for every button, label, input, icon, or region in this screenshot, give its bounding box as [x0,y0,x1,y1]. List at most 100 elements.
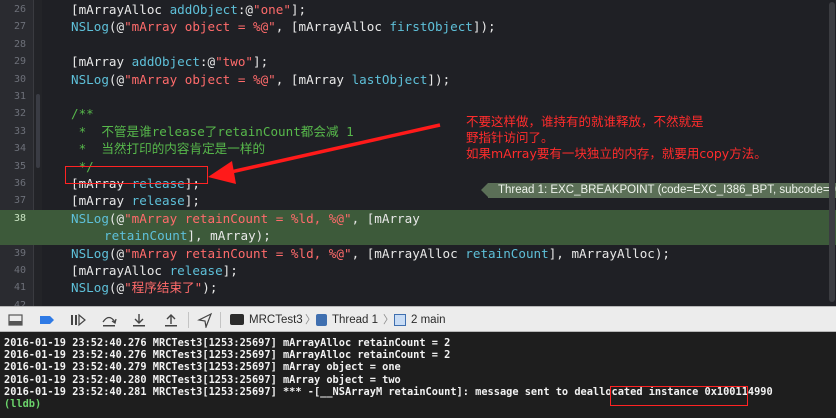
code-token: addObject [169,2,238,17]
line-number: 31 [13,91,26,102]
terminal-icon [230,314,244,326]
code-token: , [mArray [275,71,352,87]
code-token: /** [71,106,94,122]
code-token: ], mArray); [187,228,271,244]
code-token: * 不管是谁release了retainCount都会减 1 [71,123,354,139]
code-token: * 当然打印的内容肯定是一样的 [71,141,266,157]
code-token: release [131,193,185,209]
code-token: NSLog [71,245,109,261]
line-number: 38 [13,212,26,224]
line-number: 32 [13,108,26,120]
console-line: 2016-01-19 23:52:40.279 MRCTest3[1253:25… [4,361,401,374]
console-line: 2016-01-19 23:52:40.276 MRCTest3[1253:25… [4,349,451,362]
code-line[interactable]: 42 [0,297,836,306]
code-line[interactable]: 30 NSLog(@"mArray object = %@", [mArray l… [0,71,836,88]
code-token: (@ [108,210,125,226]
code-token: addObject [131,54,200,70]
code-text: NSLog(@"mArray retainCount = %ld, %@", [… [71,245,670,262]
code-token: "mArray retainCount = %ld, %@" [124,210,352,226]
stack-frame-icon [394,313,406,326]
code-token: , [mArrayAlloc [351,245,466,261]
code-token: ]); [427,71,451,87]
code-line[interactable]: 28 [0,36,836,53]
code-text: NSLog(@"程序结束了"); [71,279,217,296]
code-line[interactable]: 40 [mArrayAlloc release]; [0,262,836,279]
code-token: [mArrayAlloc [71,2,170,17]
code-line[interactable]: retainCount], mArray); [0,227,836,245]
line-number: 35 [13,160,26,172]
code-token: , [mArray [351,210,420,226]
toolbar-separator [188,312,189,328]
code-text: * 当然打印的内容肯定是一样的 [71,140,265,157]
line-number: 41 [13,282,26,294]
code-editor[interactable]: 26 [mArrayAlloc addObject:@"one"]; 27 NSLog… [0,0,836,306]
step-into-icon[interactable] [130,312,148,328]
code-token: (@ [108,280,125,296]
code-token: (@ [108,71,125,87]
code-text: NSLog(@"mArray object = %@", [mArrayAllo… [71,18,496,35]
code-token: [mArrayAlloc [71,263,170,278]
location-icon[interactable] [196,312,214,330]
code-token: lastObject [351,71,428,87]
code-text: [mArrayAlloc addObject:@"one"]; [71,1,306,18]
line-number: 37 [13,195,26,207]
code-token: "mArray retainCount = %ld, %@" [124,245,352,261]
code-token: ], mArrayAlloc); [548,245,671,261]
code-token: "mArray object = %@" [124,71,276,87]
code-token: :@ [237,2,253,17]
breadcrumb-frame[interactable]: 2 main [394,307,446,333]
breakpoint-exception-banner[interactable]: Thread 1: EXC_BREAKPOINT (code=EXC_I386_… [481,183,836,198]
code-token: NSLog [71,71,109,87]
code-token: NSLog [71,19,109,35]
line-number: 29 [13,56,26,68]
code-token: [mArray [71,54,132,70]
line-number: 36 [13,178,26,189]
line-number: 26 [13,4,26,15]
step-out-icon[interactable] [162,312,180,328]
code-line[interactable]: 31 [0,88,836,105]
editor-scrollbar[interactable] [829,2,835,302]
code-token: , [mArrayAlloc [275,19,390,35]
code-token: ]; [253,54,269,70]
code-text: retainCount], mArray); [104,227,271,244]
toolbar-separator [220,312,221,328]
breakpoints-toggle-icon[interactable] [38,312,56,328]
code-token: firstObject [389,19,473,35]
line-number: 42 [13,299,26,306]
continue-icon[interactable] [68,312,86,328]
code-token: :@ [199,54,216,70]
code-token: retainCount [104,228,188,244]
code-line[interactable]: 26 [mArrayAlloc addObject:@"one"]; [0,1,836,18]
code-text: /** [71,105,94,122]
code-line[interactable]: 39 NSLog(@"mArray retainCount = %ld, %@",… [0,245,836,262]
code-token: NSLog [71,210,109,226]
breadcrumb-thread[interactable]: Thread 1 [316,307,378,333]
code-token: (@ [108,245,125,261]
line-number: 39 [13,247,26,259]
code-token: (@ [108,19,125,35]
code-token: ]; [290,2,307,17]
code-token: "程序结束了" [124,280,203,296]
line-number: 28 [13,38,26,50]
code-text: NSLog(@"mArray retainCount = %ld, %@", [… [71,210,420,227]
code-token: "mArray object = %@" [124,19,276,35]
annotation-note: 不要这样做，谁持有的就谁释放，不然就是 野指针访问了。 如果mArray要有一块… [466,114,767,161]
highlighted-release-call-box [65,166,208,184]
code-text: NSLog(@"mArray object = %@", [mArray las… [71,71,450,88]
line-number: 27 [13,21,26,33]
console-line: 2016-01-19 23:52:40.276 MRCTest3[1253:25… [4,337,451,349]
code-token: [mArray [71,193,132,209]
chevron-right-icon: 〉 [305,314,316,326]
code-token: ]; [222,263,238,278]
code-token: ); [202,280,218,296]
step-over-icon[interactable] [100,312,118,328]
code-text: [mArrayAlloc release]; [71,262,238,279]
code-line[interactable]: 38 NSLog(@"mArray retainCount = %ld, %@",… [0,209,836,228]
code-token: release [169,263,223,278]
code-line[interactable]: 27 NSLog(@"mArray object = %@", [mArrayAl… [0,18,836,35]
hide-debug-area-icon[interactable] [7,312,25,328]
line-number: 40 [13,265,26,276]
code-line[interactable]: 41 NSLog(@"程序结束了"); [0,279,836,296]
breadcrumb-process[interactable]: MRCTest3 [230,307,303,333]
code-line[interactable]: 29 [mArray addObject:@"two"]; [0,53,836,70]
